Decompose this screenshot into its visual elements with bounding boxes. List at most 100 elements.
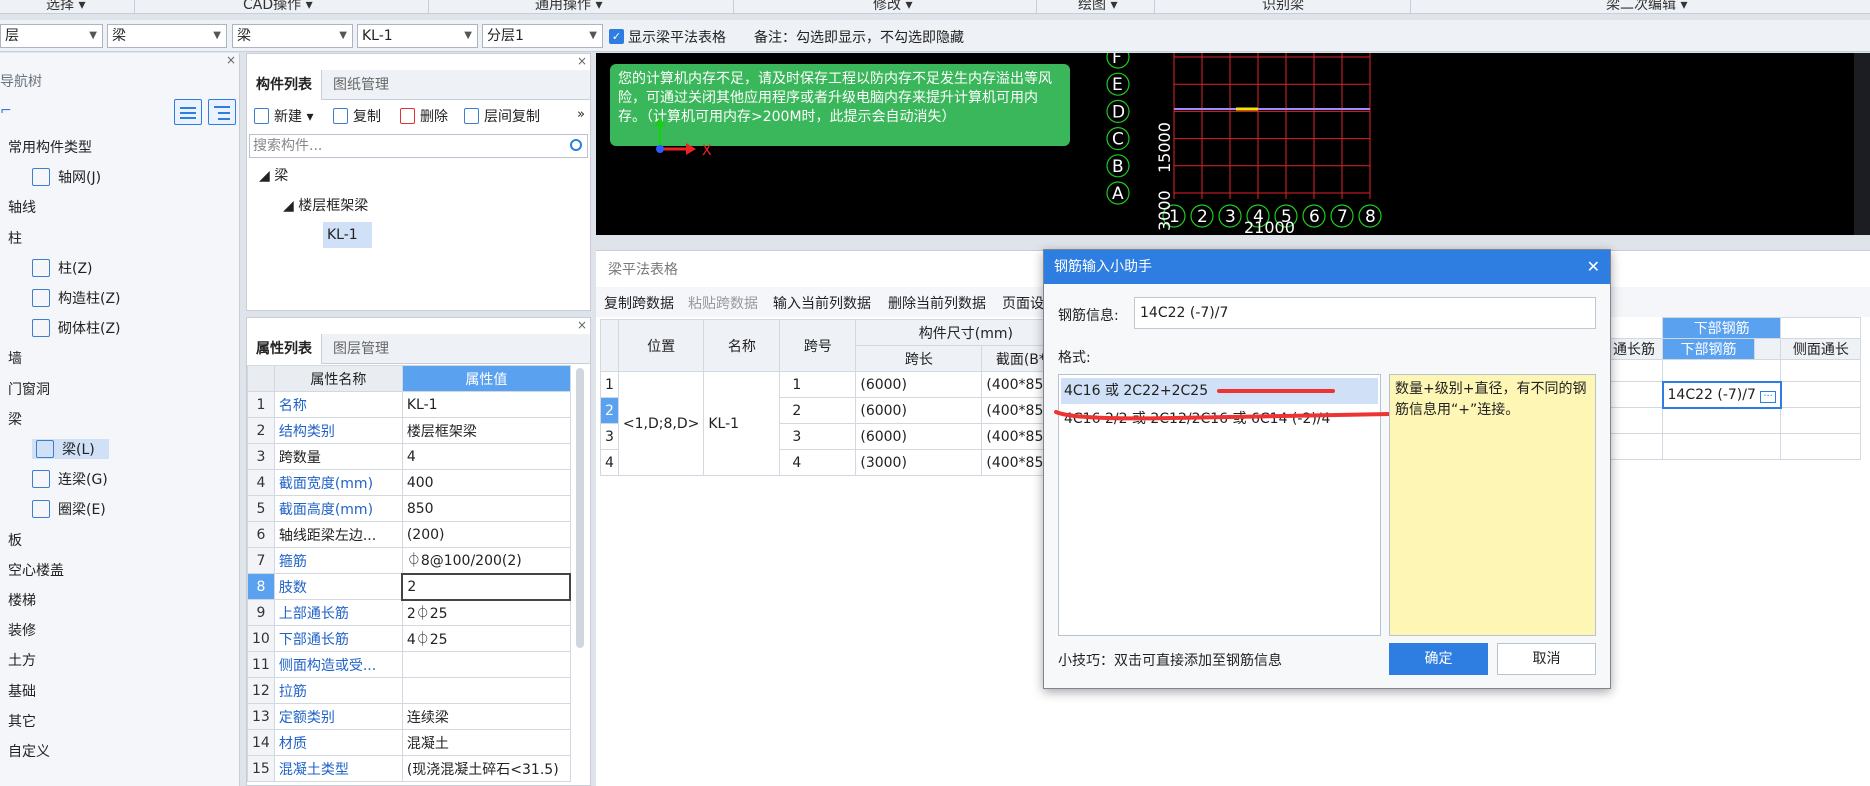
list-view-icon[interactable] <box>174 99 202 125</box>
property-row[interactable]: 10 下部通长筋 4⏀25 <box>247 625 571 652</box>
nav-tree-item[interactable]: 常用构件类型 <box>8 137 92 157</box>
nav-tree-item[interactable]: 板 <box>8 530 22 550</box>
close-icon[interactable]: × <box>577 318 587 332</box>
beam-row-number[interactable]: 3 <box>600 423 619 450</box>
rebar-cell[interactable] <box>1608 381 1663 408</box>
property-row[interactable]: 12 拉筋 <box>247 677 571 704</box>
rebar-cell[interactable] <box>1661 433 1782 460</box>
nav-tree-item[interactable]: 梁 <box>8 409 22 429</box>
nav-tree-item[interactable]: 柱(Z) <box>32 258 93 278</box>
rebar-cell[interactable] <box>1780 407 1862 434</box>
page-setup-button[interactable]: 页面设 <box>1002 293 1044 313</box>
tree-node-kl1[interactable]: KL-1 <box>323 222 372 248</box>
tree-node-frame-beam[interactable]: ◢ 楼层框架梁 <box>283 195 368 215</box>
beam-span[interactable]: 4 <box>779 449 857 476</box>
cad-viewport[interactable]: 您的计算机内存不足，请及时保存工程以防内存不足发生内存溢出等风险，可通过关闭其他… <box>596 53 1870 235</box>
rebar-cell[interactable] <box>1608 433 1663 460</box>
input-column-button[interactable]: 输入当前列数据 <box>773 293 871 313</box>
beam-span[interactable]: 2 <box>779 397 857 424</box>
rebar-cell[interactable] <box>1608 359 1663 382</box>
property-value[interactable]: 4⏀25 <box>401 625 571 652</box>
detail-view-icon[interactable] <box>208 99 236 125</box>
beam-span[interactable]: 3 <box>779 423 857 450</box>
nav-tree-item[interactable]: 楼梯 <box>8 590 36 610</box>
property-value[interactable]: (现浇混凝土碎石<31.5) <box>401 755 571 782</box>
property-row[interactable]: 14 材质 混凝土 <box>247 729 571 756</box>
beam-row-number[interactable]: 1 <box>600 371 619 398</box>
property-row[interactable]: 2 结构类别 楼层框架梁 <box>247 417 571 444</box>
type-select[interactable]: 梁 ▼ <box>107 24 227 48</box>
beam-row[interactable]: 1 <1,D;8,D> KL-1 1 (6000) (400*850) <box>600 371 1077 476</box>
beam-span-length[interactable]: (3000) <box>855 449 983 476</box>
property-value[interactable] <box>401 677 571 704</box>
delete-column-button[interactable]: 删除当前列数据 <box>888 293 986 313</box>
search-icon[interactable] <box>570 139 582 151</box>
component-select[interactable]: KL-1 ▼ <box>357 24 478 48</box>
beam-row-number[interactable]: 2 <box>600 397 619 424</box>
rebar-cell[interactable] <box>1661 359 1782 382</box>
copy-span-button[interactable]: 复制跨数据 <box>604 293 674 313</box>
ribbon-group-common[interactable]: 通用操作 ▾ <box>535 0 602 13</box>
rebar-cell[interactable] <box>1608 407 1663 434</box>
property-value[interactable]: ⏀8@100/200(2) <box>401 547 571 574</box>
property-row[interactable]: 15 混凝土类型 (现浇混凝土碎石<31.5) <box>247 755 571 782</box>
tab-layer-manage[interactable]: 图层管理 <box>324 334 398 364</box>
property-value[interactable]: 混凝土 <box>401 729 571 756</box>
copy-button[interactable]: 复制 <box>333 104 381 130</box>
nav-tree-item[interactable]: 墙 <box>8 348 22 368</box>
nav-tree-item[interactable]: 基础 <box>8 681 36 701</box>
rebar-cell[interactable] <box>1661 407 1782 434</box>
property-row[interactable]: 1 名称 KL-1 <box>247 391 571 418</box>
nav-tree-item[interactable]: 自定义 <box>8 741 50 761</box>
ok-button[interactable]: 确定 <box>1389 643 1488 675</box>
nav-tree-item[interactable]: 门窗洞 <box>8 379 50 399</box>
property-value[interactable]: 4 <box>401 443 571 470</box>
property-row[interactable]: 6 轴线距梁左边... (200) <box>247 521 571 548</box>
nav-tree-item[interactable]: 构造柱(Z) <box>32 288 121 308</box>
ribbon-group-cad[interactable]: CAD操作 ▾ <box>243 0 313 13</box>
delete-button[interactable]: 删除 <box>400 104 448 130</box>
property-row[interactable]: 8 肢数 2 <box>247 572 572 601</box>
property-value[interactable] <box>401 651 571 678</box>
search-input[interactable]: 搜索构件... <box>249 134 588 158</box>
show-table-checkbox[interactable]: ✓ <box>609 29 624 44</box>
tab-drawing-manage[interactable]: 图纸管理 <box>324 70 398 100</box>
beam-span-length[interactable]: (6000) <box>855 397 983 424</box>
paste-span-button[interactable]: 粘贴跨数据 <box>688 293 758 313</box>
tab-component-list[interactable]: 构件列表 <box>247 70 322 100</box>
property-value[interactable]: KL-1 <box>401 391 571 418</box>
ellipsis-icon[interactable]: ··· <box>1760 390 1776 403</box>
rebar-info-input[interactable]: 14C22 (-7)/7 <box>1134 297 1596 329</box>
property-value[interactable]: 2⏀25 <box>401 599 571 626</box>
subtype-select[interactable]: 梁 ▼ <box>232 24 353 48</box>
nav-tree-item[interactable]: 圈梁(E) <box>32 499 106 519</box>
nav-tree-item[interactable]: 连梁(G) <box>32 469 108 489</box>
tab-property-list[interactable]: 属性列表 <box>247 334 322 364</box>
nav-tree-item[interactable]: 其它 <box>8 711 36 731</box>
pin-icon[interactable]: ⌐ <box>0 103 12 119</box>
more-icon[interactable]: » <box>577 107 585 122</box>
close-icon[interactable]: ✕ <box>1587 250 1600 284</box>
property-value[interactable]: 850 <box>401 495 571 522</box>
beam-position[interactable]: <1,D;8,D> <box>617 371 705 476</box>
property-row[interactable]: 3 跨数量 4 <box>247 443 571 470</box>
ribbon-group-draw[interactable]: 绘图 ▾ <box>1078 0 1117 13</box>
property-value[interactable]: (200) <box>401 521 571 548</box>
property-value[interactable]: 连续梁 <box>401 703 571 730</box>
nav-tree-item[interactable]: 柱 <box>8 228 22 248</box>
nav-tree-item[interactable]: 梁(L) <box>32 439 109 459</box>
nav-tree-item[interactable]: 轴线 <box>8 197 36 217</box>
nav-tree-item[interactable]: 土方 <box>8 650 36 670</box>
property-value[interactable]: 2 <box>401 572 572 601</box>
property-row[interactable]: 5 截面高度(mm) 850 <box>247 495 571 522</box>
property-row[interactable]: 13 定额类别 连续梁 <box>247 703 571 730</box>
close-icon[interactable]: × <box>226 53 236 67</box>
ribbon-group-select[interactable]: 选择 ▾ <box>46 0 85 13</box>
property-row[interactable]: 11 侧面构造或受... <box>247 651 571 678</box>
beam-span-length[interactable]: (6000) <box>855 371 983 398</box>
nav-tree-item[interactable]: 装修 <box>8 620 36 640</box>
beam-row-number[interactable]: 4 <box>600 449 619 476</box>
rebar-cell[interactable] <box>1780 359 1862 382</box>
property-row[interactable]: 7 箍筋 ⏀8@100/200(2) <box>247 547 571 574</box>
ribbon-group-beam-edit[interactable]: 梁二次编辑 ▾ <box>1606 0 1687 13</box>
